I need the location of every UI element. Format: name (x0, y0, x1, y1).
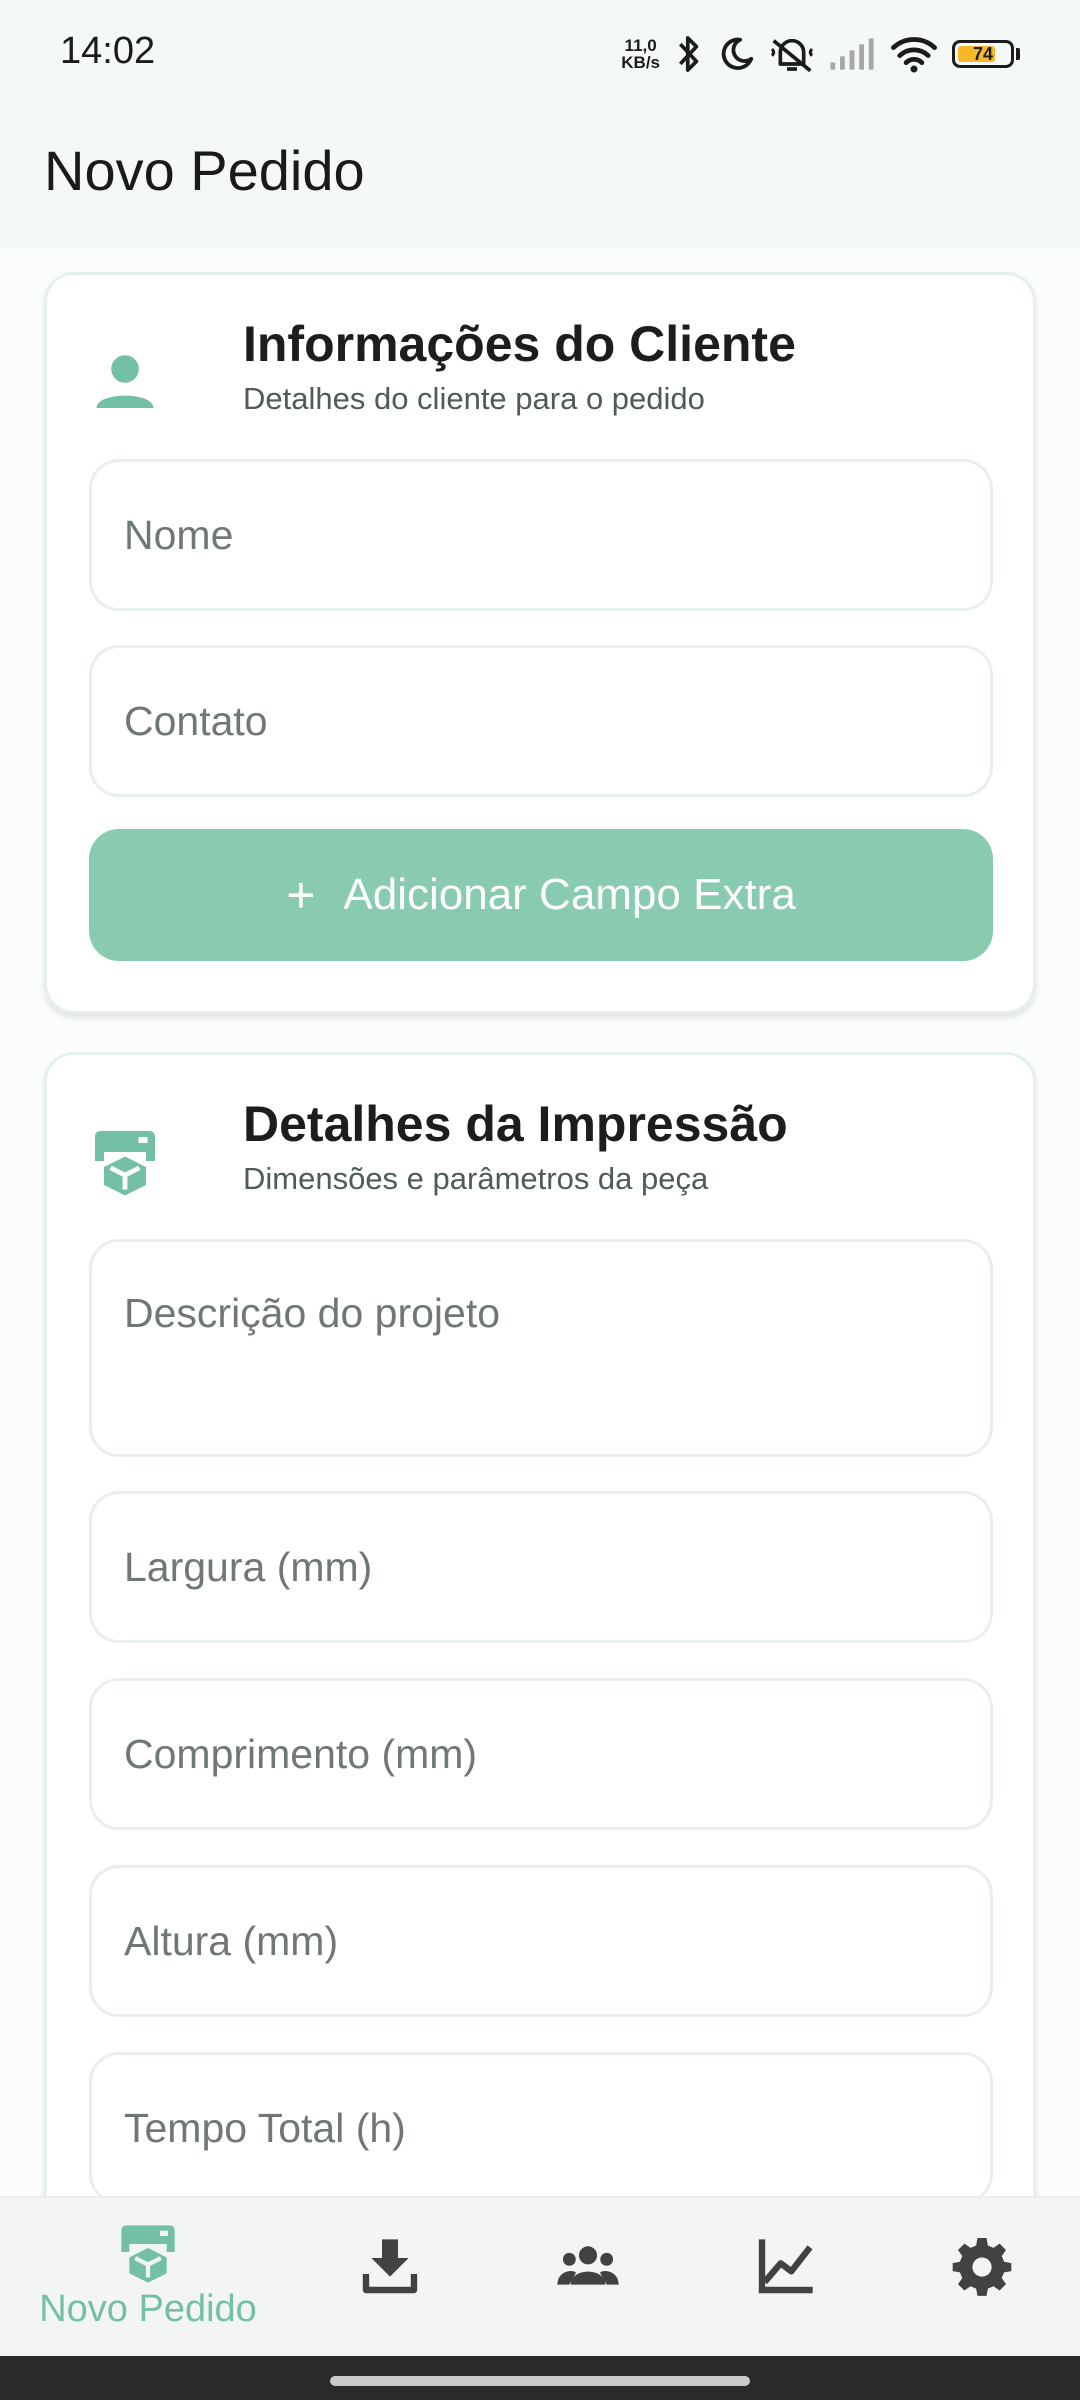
gear-icon (952, 2238, 1012, 2296)
battery-level: 74 (972, 44, 994, 64)
client-info-card: Informações do Cliente Detalhes do clien… (44, 272, 1036, 1014)
status-time: 14:02 (60, 30, 156, 72)
name-field[interactable] (89, 459, 993, 611)
status-icons: 11,0 KB/s 74 (621, 30, 1020, 78)
status-bar: 14:02 11,0 KB/s 74 (0, 0, 1080, 110)
add-extra-field-button[interactable]: + Adicionar Campo Extra (89, 829, 993, 961)
net-speed-value: 11,0 (624, 36, 657, 55)
width-field[interactable] (89, 1491, 993, 1643)
print-card-subtitle: Dimensões e parâmetros da peça (243, 1161, 709, 1196)
nav-label-novo-pedido: Novo Pedido (39, 2288, 257, 2330)
screen: 14:02 11,0 KB/s 74 Novo Pedido Informaçõ… (0, 0, 1080, 2400)
signal-icon (830, 38, 874, 70)
net-speed-unit: KB/s (621, 53, 660, 72)
client-card-title: Informações do Cliente (243, 316, 796, 372)
net-speed: 11,0 KB/s (621, 37, 660, 71)
moon-icon (721, 37, 754, 70)
plus-icon: + (286, 867, 316, 923)
print-card-title: Detalhes da Impressão (243, 1096, 788, 1152)
battery-tip (1016, 48, 1020, 60)
nav-item-reports[interactable] (678, 2198, 894, 2358)
download-tray-icon (362, 2239, 418, 2294)
group-icon (557, 2246, 619, 2285)
mute-icon (770, 38, 814, 73)
nav-item-downloads[interactable] (282, 2198, 498, 2358)
print-details-card: Detalhes da Impressão Dimensões e parâme… (44, 1052, 1036, 2196)
nav-item-settings[interactable] (874, 2198, 1080, 2358)
length-field[interactable] (89, 1678, 993, 1830)
form-content[interactable]: Informações do Cliente Detalhes do clien… (0, 248, 1080, 2196)
page-title: Novo Pedido (44, 139, 365, 202)
wifi-icon (891, 37, 937, 73)
nav-item-clients[interactable] (480, 2198, 696, 2358)
project-description-field[interactable] (89, 1239, 993, 1457)
bluetooth-icon (678, 36, 699, 72)
printer-cube-icon (121, 2225, 175, 2283)
battery-icon: 74 (952, 40, 1014, 68)
gesture-handle[interactable] (330, 2376, 750, 2386)
client-card-header: Informações do Cliente Detalhes do clien… (89, 315, 993, 425)
bottom-navigation: Novo Pedido (0, 2196, 1080, 2358)
app-bar: Novo Pedido (0, 110, 1080, 248)
print-card-header: Detalhes da Impressão Dimensões e parâme… (89, 1095, 993, 1205)
person-icon (96, 355, 154, 408)
chart-icon (758, 2239, 813, 2294)
contact-field[interactable] (89, 645, 993, 797)
add-extra-field-label: Adicionar Campo Extra (343, 870, 796, 919)
printer-cube-icon (95, 1131, 155, 1196)
system-navigation-area (0, 2356, 1080, 2400)
height-field[interactable] (89, 1865, 993, 2017)
client-card-subtitle: Detalhes do cliente para o pedido (243, 381, 705, 416)
total-time-field[interactable] (89, 2052, 993, 2196)
nav-item-novo-pedido[interactable]: Novo Pedido (39, 2198, 257, 2358)
